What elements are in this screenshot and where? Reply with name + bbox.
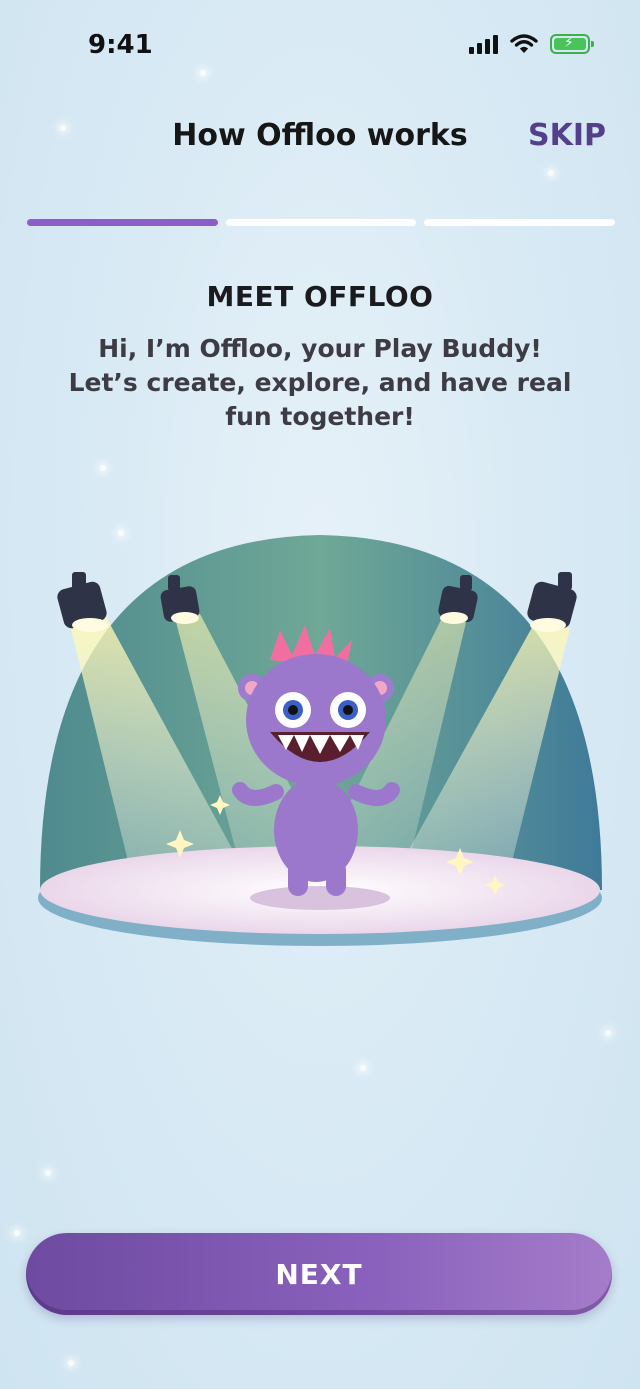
- progress-step-3: [424, 219, 616, 226]
- status-time: 9:41: [88, 30, 153, 60]
- onboarding-heading: MEET OFFLOO: [206, 280, 434, 313]
- sparkle-decoration: [45, 1170, 51, 1176]
- onboarding-description: Hi, I’m Offloo, your Play Buddy! Let’s c…: [68, 334, 572, 431]
- progress-indicator: [27, 219, 616, 226]
- progress-step-2: [225, 219, 417, 226]
- sparkle-decoration: [68, 1360, 74, 1366]
- sparkle-decoration: [360, 1065, 366, 1071]
- sparkle-decoration: [548, 170, 554, 176]
- next-button[interactable]: NEXT: [26, 1233, 612, 1315]
- status-bar: 9:41 ⚡: [0, 0, 640, 96]
- progress-step-1: [27, 219, 218, 226]
- sparkle-decoration: [100, 465, 106, 471]
- sparkle-decoration: [605, 1030, 611, 1036]
- skip-button[interactable]: SKIP: [528, 118, 606, 153]
- next-button-label: NEXT: [275, 1257, 363, 1291]
- sparkle-decoration: [14, 1230, 20, 1236]
- battery-charging-icon: ⚡: [550, 34, 594, 54]
- wifi-icon: [510, 34, 538, 53]
- mascot-illustration: [38, 535, 602, 946]
- status-icons: ⚡: [469, 34, 594, 54]
- signal-icon: [469, 34, 498, 54]
